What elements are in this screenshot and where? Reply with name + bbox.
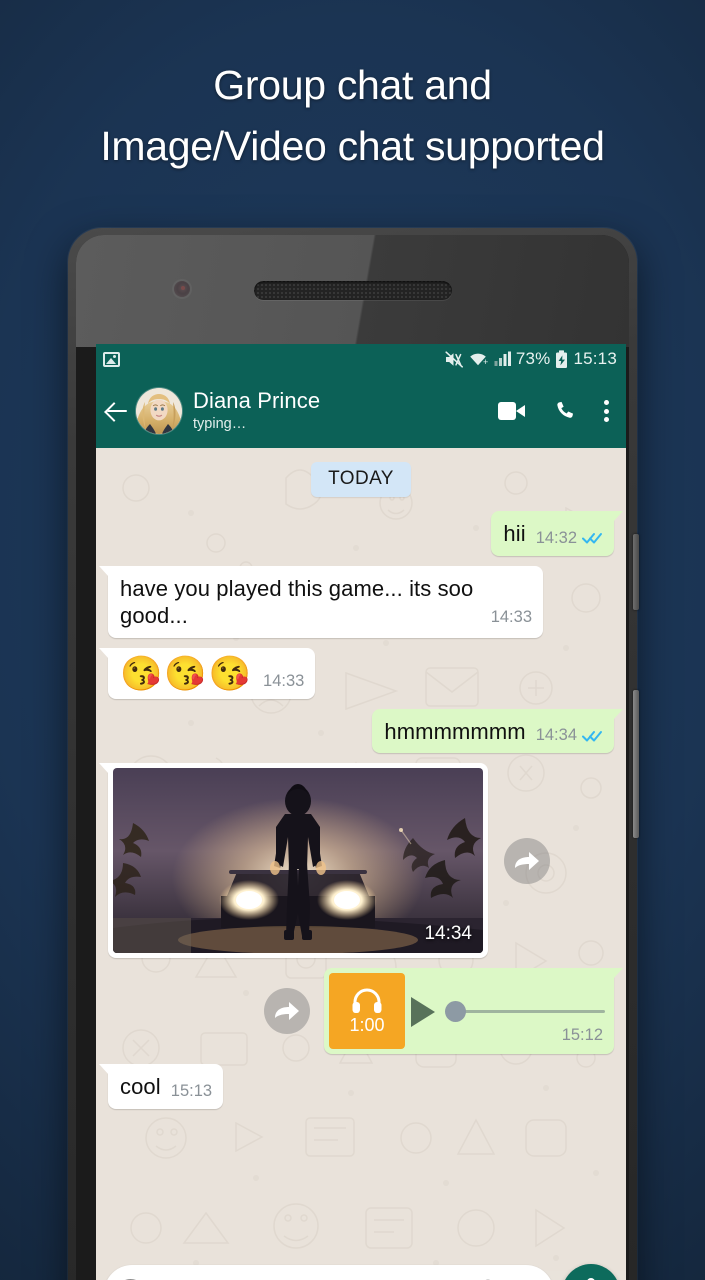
message-bubble-image[interactable]: 14:34 xyxy=(99,763,488,958)
message-bubble-in[interactable]: 😘😘😘 14:33 xyxy=(98,647,316,699)
photo-icon xyxy=(103,351,120,367)
message-time: 14:32 xyxy=(535,528,577,547)
signal-icon xyxy=(494,351,511,366)
wifi-icon: + xyxy=(470,353,488,367)
phone-bezel: + 73% 15:13 Diana Prince typing… TODAY h… xyxy=(76,235,629,1280)
contact-name: Diana Prince xyxy=(193,388,321,414)
status-bar-notifications xyxy=(103,351,120,367)
message-emoji: 😘😘😘 xyxy=(120,654,254,693)
message-bubble-out[interactable]: hmmmmmmm 14:34 xyxy=(372,708,623,753)
chat-thread[interactable]: TODAY hii 14:32 have you played this gam… xyxy=(96,448,626,1280)
mute-icon xyxy=(445,350,463,368)
message-bubble-out[interactable]: hii 14:32 xyxy=(491,511,623,556)
message-bubble-in[interactable]: have you played this game... its soo goo… xyxy=(99,565,543,638)
message-meta: 14:33 xyxy=(263,672,304,691)
message-row[interactable]: 😘😘😘 14:33 xyxy=(98,647,614,699)
status-bar: + 73% 15:13 xyxy=(96,344,626,374)
message-row[interactable]: hii 14:32 xyxy=(108,511,623,556)
message-time: 14:34 xyxy=(535,726,577,744)
phone-icon[interactable] xyxy=(553,400,576,423)
message-composer: Type a message xyxy=(96,1261,626,1280)
message-time: 15:12 xyxy=(561,1026,603,1044)
message-row[interactable]: have you played this game... its soo goo… xyxy=(99,565,614,638)
play-icon[interactable] xyxy=(411,997,435,1027)
earpiece-speaker xyxy=(254,281,452,300)
avatar[interactable] xyxy=(136,388,182,434)
forward-arrow-icon[interactable] xyxy=(504,837,550,884)
forward-arrow-icon[interactable] xyxy=(264,988,310,1034)
day-divider: TODAY xyxy=(311,462,411,497)
message-text: hmmmmmmm xyxy=(384,718,526,744)
message-text: cool xyxy=(120,1074,161,1099)
contact-info[interactable]: Diana Prince typing… xyxy=(193,388,320,433)
message-row[interactable]: cool 15:13 xyxy=(98,1064,614,1109)
day-divider-row: TODAY xyxy=(108,462,614,497)
battery-percent-label: 73% xyxy=(515,349,551,368)
contact-status: typing… xyxy=(193,415,247,432)
video-camera-icon[interactable] xyxy=(498,402,525,420)
message-meta: 15:13 xyxy=(171,1082,212,1101)
phone-screen: + 73% 15:13 Diana Prince typing… TODAY h… xyxy=(96,344,626,1280)
message-row[interactable]: 1:00 15:12 xyxy=(108,968,623,1054)
avatar-image xyxy=(136,388,182,434)
promo-headline-line2: Image/Video chat supported xyxy=(100,122,605,169)
message-text: hii xyxy=(503,521,526,546)
front-camera-icon xyxy=(174,281,190,297)
svg-text:+: + xyxy=(483,357,488,367)
message-time: 14:33 xyxy=(263,671,305,690)
message-meta: 14:33 xyxy=(491,608,532,627)
promo-headline: Group chat and Image/Video chat supporte… xyxy=(0,55,705,176)
message-time: 15:13 xyxy=(170,1081,213,1100)
chat-app-bar: Diana Prince typing… xyxy=(96,374,626,448)
status-clock: 15:13 xyxy=(573,349,617,368)
power-button[interactable] xyxy=(633,534,639,610)
app-bar-actions xyxy=(498,399,614,423)
message-time: 14:33 xyxy=(490,608,532,626)
message-meta: 14:34 xyxy=(536,726,603,745)
message-bubble-audio[interactable]: 1:00 15:12 xyxy=(324,968,623,1054)
audio-thumbnail[interactable]: 1:00 xyxy=(329,973,405,1049)
phone-mockup: + 73% 15:13 Diana Prince typing… TODAY h… xyxy=(68,228,639,1280)
message-text: have you played this game... its soo goo… xyxy=(120,575,474,629)
message-meta: 14:32 xyxy=(536,529,603,548)
message-time: 14:34 xyxy=(424,923,472,944)
read-receipt-icon xyxy=(582,531,603,545)
audio-controls: 15:12 xyxy=(405,973,609,1049)
volume-rocker[interactable] xyxy=(633,690,639,838)
message-list: TODAY hii 14:32 have you played this gam… xyxy=(96,448,626,1109)
message-bubble-in[interactable]: cool 15:13 xyxy=(98,1064,224,1109)
back-arrow-icon[interactable] xyxy=(104,398,130,424)
audio-seek-handle[interactable] xyxy=(445,1001,466,1022)
battery-charging-icon xyxy=(556,349,568,368)
microphone-icon[interactable] xyxy=(562,1264,620,1280)
promo-headline-line1: Group chat and xyxy=(213,62,492,108)
message-row[interactable]: hmmmmmmm 14:34 xyxy=(108,708,623,753)
more-vertical-icon[interactable] xyxy=(604,399,610,423)
message-row[interactable]: 14:34 xyxy=(99,763,614,958)
headphones-icon xyxy=(352,988,382,1013)
read-receipt-icon xyxy=(582,729,603,743)
composer-pill[interactable]: Type a message xyxy=(104,1265,554,1280)
status-bar-system: + 73% 15:13 xyxy=(445,349,617,369)
audio-seek-bar[interactable] xyxy=(445,1001,605,1022)
audio-duration: 1:00 xyxy=(349,1015,385,1035)
